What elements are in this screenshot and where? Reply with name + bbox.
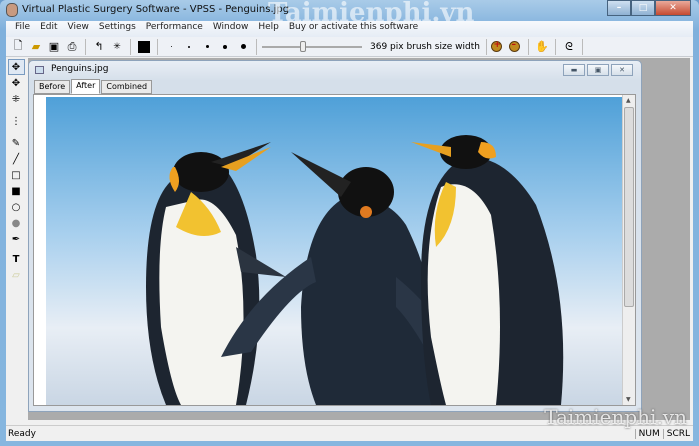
pencil-icon[interactable]: ✎ [8,135,25,151]
document-title: Penguins.jpg [51,64,109,74]
zoom-in-icon[interactable]: + [489,39,505,55]
filled-rectangle-icon[interactable]: ■ [8,183,25,199]
image-view[interactable]: ▲ ▼ [33,94,636,406]
menu-file[interactable]: File [10,21,35,37]
image-icon [35,66,44,74]
num-lock-indicator: NUM [634,428,663,439]
move-horizontal-icon[interactable]: ⁜ [8,91,25,107]
color-swatch[interactable] [136,39,152,55]
menu-window[interactable]: Window [208,21,254,37]
ellipse-icon[interactable]: ○ [8,199,25,215]
hand-pan-icon[interactable]: ✋ [534,39,550,55]
new-file-icon[interactable]: 🗋 [10,39,26,55]
eyedropper-icon[interactable]: ✒ [8,231,25,247]
brush-size-slider[interactable] [262,40,362,54]
menu-buy[interactable]: Buy or activate this software [284,21,423,37]
save-icon[interactable]: ▣ [46,39,62,55]
child-restore-button[interactable]: ▣ [587,64,609,76]
text-icon[interactable]: T [8,251,25,267]
brush-size-5[interactable] [235,39,251,55]
move-vertical-icon[interactable]: ✥ [8,75,25,91]
rectangle-icon[interactable]: □ [8,167,25,183]
document-window: Penguins.jpg ▬ ▣ ✕ Before After Combined [28,60,642,412]
brush-size-1[interactable] [163,39,179,55]
app-window: Virtual Plastic Surgery Software - VPSS … [0,0,699,446]
app-icon [6,3,18,17]
eraser-icon[interactable]: ▱ [8,267,25,283]
zoom-out-icon[interactable]: – [507,39,523,55]
minimize-button[interactable]: – [607,0,631,16]
mdi-workspace: Penguins.jpg ▬ ▣ ✕ Before After Combined [28,58,690,420]
child-minimize-button[interactable]: ▬ [563,64,585,76]
menu-view[interactable]: View [63,21,94,37]
menu-help[interactable]: Help [253,21,284,37]
brush-size-label: 369 pix brush size width [364,38,487,55]
tab-before[interactable]: Before [34,80,71,94]
vertical-scrollbar[interactable]: ▲ ▼ [622,95,635,405]
window-title: Virtual Plastic Surgery Software - VPSS … [22,4,290,15]
scroll-lock-indicator: SCRL [662,428,693,439]
line-icon[interactable]: ╱ [8,151,25,167]
pinch-icon[interactable]: ⋮ [8,113,25,129]
title-bar: Virtual Plastic Surgery Software - VPSS … [0,0,699,28]
tab-combined[interactable]: Combined [101,80,153,94]
undo-icon[interactable]: ↰ [91,39,107,55]
status-text: Ready [8,428,36,439]
open-folder-icon[interactable]: ▰ [28,39,44,55]
move-all-icon[interactable]: ✥ [7,59,25,75]
brush-size-3[interactable] [199,39,215,55]
tab-after[interactable]: After [71,79,101,94]
tool-strip: ✥ ✥ ⁜ ⋮ ✎ ╱ □ ■ ○ ● ✒ T ▱ [6,59,26,285]
close-button[interactable]: ✕ [655,0,691,16]
penguins-image [46,97,622,405]
menu-bar: File Edit View Settings Performance Wind… [6,21,693,37]
toolbar: 🗋 ▰ ▣ ⎙ ↰ ✳ 369 pix brush size width + –… [6,37,693,57]
sparkle-icon[interactable]: ✳ [109,39,125,55]
menu-settings[interactable]: Settings [94,21,141,37]
child-close-button[interactable]: ✕ [611,64,633,76]
menu-performance[interactable]: Performance [141,21,208,37]
status-bar: Ready NUM SCRL [6,425,693,441]
scroll-thumb[interactable] [624,107,634,307]
print-icon[interactable]: ⎙ [64,39,80,55]
brush-size-2[interactable] [181,39,197,55]
maximize-button[interactable]: □ [631,0,655,16]
menu-edit[interactable]: Edit [35,21,62,37]
filled-ellipse-icon[interactable]: ● [8,215,25,231]
help-cursor-icon[interactable]: ᘓ [561,39,577,55]
brush-size-4[interactable] [217,39,233,55]
